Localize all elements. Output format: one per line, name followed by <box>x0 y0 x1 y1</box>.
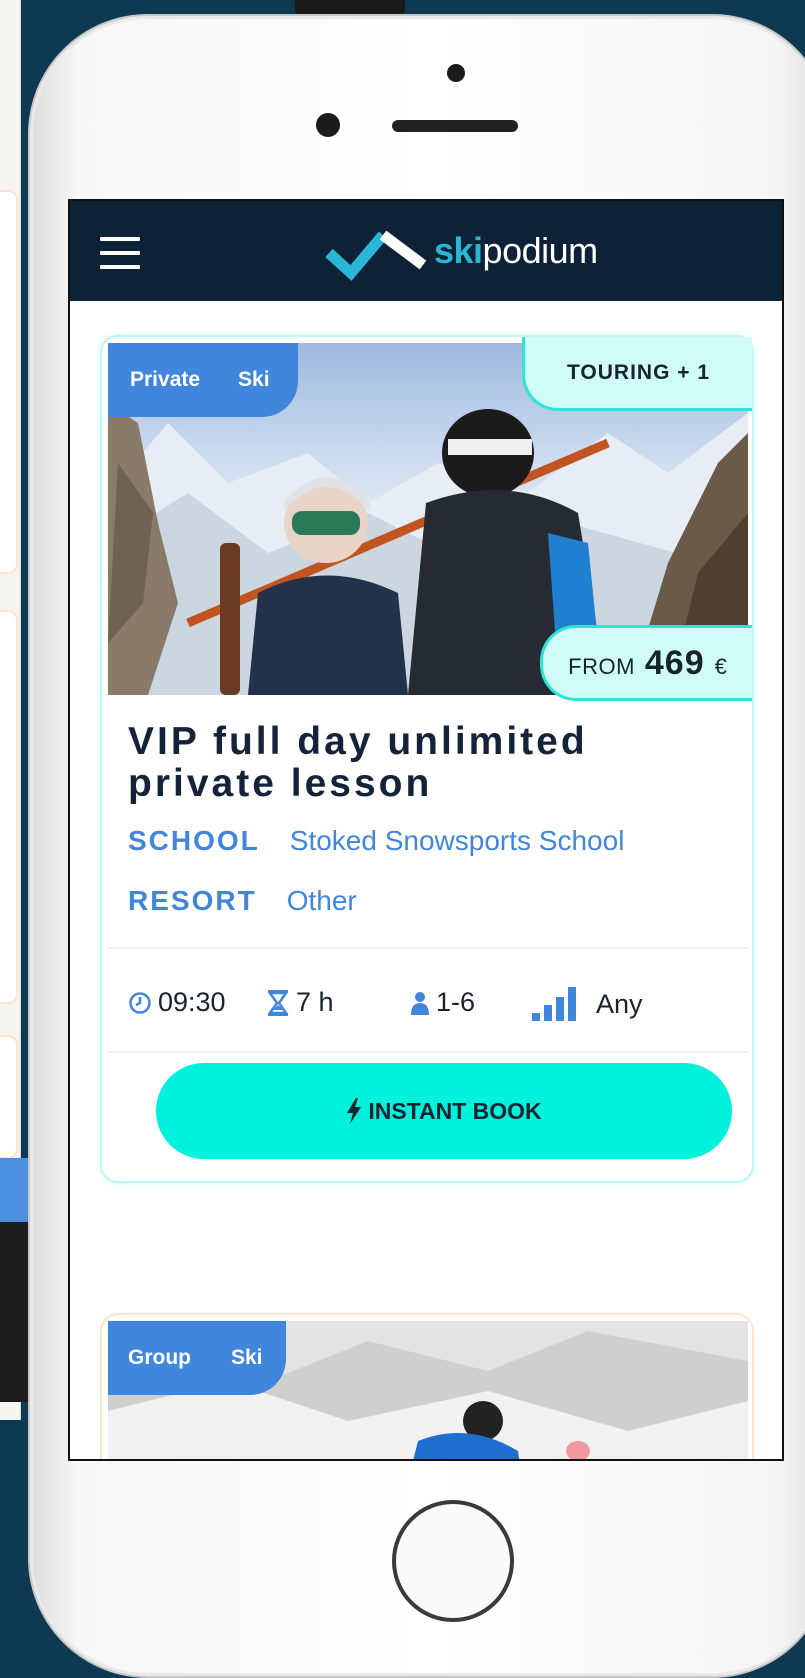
background-strip <box>0 1222 30 1402</box>
lesson-card[interactable]: Private Ski TOURING + 1 FROM 469 € VIP f… <box>100 335 754 1183</box>
resort-label: RESORT <box>128 885 257 916</box>
price-from-label: FROM <box>568 654 635 679</box>
background-card <box>0 1035 18 1159</box>
logo[interactable]: skipodium <box>325 219 598 283</box>
signal-bars-icon <box>532 987 576 1021</box>
instant-book-button[interactable]: INSTANT BOOK <box>156 1063 732 1159</box>
background-device-top <box>295 0 405 14</box>
start-time: 09:30 <box>128 987 226 1018</box>
logo-text-prefix: ski <box>434 230 483 271</box>
earpiece-speaker <box>392 120 518 132</box>
lesson-type-tag: Group Ski <box>108 1321 286 1395</box>
app-header: skipodium <box>70 201 782 301</box>
resort-row: RESORT Other <box>128 885 357 917</box>
front-camera <box>316 113 340 137</box>
tag-sport: Ski <box>238 368 270 391</box>
tag-group: Group <box>128 1346 191 1369</box>
tag-private: Private <box>130 368 201 391</box>
hourglass-icon <box>267 989 289 1016</box>
price-currency: € <box>714 654 727 679</box>
start-time-value: 09:30 <box>158 987 226 1017</box>
lesson-type-tag: Private Ski <box>108 343 298 417</box>
background-strip <box>0 1158 30 1222</box>
price-amount: 469 <box>644 644 705 682</box>
logo-text: skipodium <box>434 230 598 272</box>
duration: 7 h <box>266 987 334 1018</box>
level-value: Any <box>596 988 643 1019</box>
lesson-photo: Group Ski <box>108 1321 748 1459</box>
instant-book-label: INSTANT BOOK <box>368 1097 542 1124</box>
school-label: SCHOOL <box>128 825 260 856</box>
clock-icon <box>129 991 151 1014</box>
person-icon <box>411 991 429 1015</box>
hamburger-icon[interactable] <box>100 237 140 269</box>
school-link[interactable]: Stoked Snowsports School <box>290 825 625 857</box>
activity-badge: TOURING + 1 <box>522 337 752 411</box>
resort-link[interactable]: Other <box>287 885 357 917</box>
school-row: SCHOOL Stoked Snowsports School <box>128 825 624 857</box>
group-size: 1-6 <box>410 987 475 1018</box>
logo-text-suffix: podium <box>482 230 599 271</box>
lesson-title[interactable]: VIP full day unlimited private lesson <box>128 721 728 805</box>
level: Any <box>532 987 643 1021</box>
lesson-card[interactable]: Group Ski <box>100 1313 754 1459</box>
logo-mark-icon <box>325 230 427 281</box>
proximity-sensor <box>447 64 465 82</box>
background-card <box>0 190 18 574</box>
price-badge: FROM 469 € <box>540 625 752 701</box>
background-card <box>0 610 18 1004</box>
lesson-info-bar: 09:30 7 h 1-6 Any <box>108 947 748 1053</box>
phone-screen: skipodium Private Ski TOURING + 1 FROM 4… <box>68 199 784 1461</box>
lightning-icon <box>347 1098 362 1124</box>
duration-value: 7 h <box>296 987 334 1017</box>
home-button[interactable] <box>392 1500 514 1622</box>
tag-sport: Ski <box>231 1346 263 1369</box>
group-size-value: 1-6 <box>436 987 476 1017</box>
